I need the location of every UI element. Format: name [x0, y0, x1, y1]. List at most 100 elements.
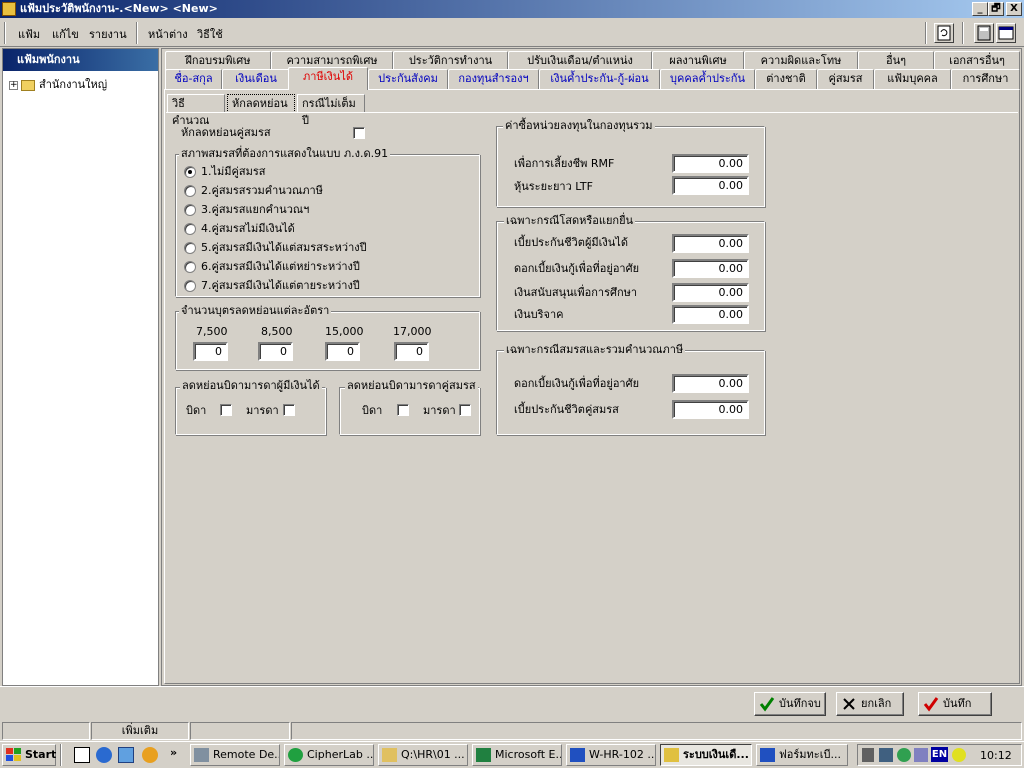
cancel-button[interactable]: ยกเลิก: [836, 692, 904, 716]
tab-foreigner[interactable]: ต่างชาติ: [755, 69, 817, 89]
tab-spouse[interactable]: คู่สมรส: [817, 69, 874, 89]
marital-option-1-label: 1.ไม่มีคู่สมรส: [201, 165, 266, 178]
status-pane-4: [291, 722, 1022, 740]
parents-spouse-legend: ลดหย่อนบิดามารดาคู่สมรส: [345, 379, 478, 392]
tab-work-history[interactable]: ประวัติการทำงาน: [393, 51, 508, 71]
marital-option-7-label: 7.คู่สมรสมีเงินได้แต่ตายระหว่างปี: [201, 279, 360, 292]
subtab-deductions[interactable]: หักลดหย่อน: [227, 94, 295, 113]
home-loan-interest-input[interactable]: 0.00: [672, 259, 749, 278]
menu-file[interactable]: แฟ้ม: [18, 27, 40, 43]
expand-icon[interactable]: +: [9, 80, 18, 90]
save-close-button[interactable]: บันทึกจบ: [754, 692, 826, 716]
spouse-life-insurance-input[interactable]: 0.00: [672, 400, 749, 419]
marital-option-5-radio[interactable]: [184, 242, 196, 254]
language-indicator[interactable]: EN: [931, 747, 948, 762]
menu-edit[interactable]: แก้ไข: [52, 27, 79, 43]
tab-name[interactable]: ชื่อ-สกุล: [165, 69, 222, 89]
education-support-input[interactable]: 0.00: [672, 283, 749, 302]
marital-option-4-radio[interactable]: [184, 223, 196, 235]
child-rate-4-input[interactable]: 0: [394, 342, 429, 361]
windows-logo-icon: [6, 748, 21, 761]
child-rate-3-input[interactable]: 0: [325, 342, 360, 361]
tab-education[interactable]: การศึกษา: [951, 69, 1020, 89]
task-cipherlab[interactable]: CipherLab ...: [284, 744, 374, 766]
x-icon: [843, 698, 855, 710]
parents-spouse-mother-checkbox[interactable]: [459, 404, 471, 416]
volume-icon[interactable]: [862, 748, 874, 762]
tree-item-head-office[interactable]: + สำนักงานใหญ่: [9, 77, 107, 93]
tab-others[interactable]: อื่นๆ: [858, 51, 934, 71]
task-payroll[interactable]: ระบบเงินเดื...: [660, 744, 752, 766]
refresh-button[interactable]: [934, 23, 954, 43]
tab-guarantor[interactable]: บุคคลค้ำประกัน: [660, 69, 755, 89]
deduct-spouse-label: หักลดหย่อนคู่สมรส: [181, 126, 271, 139]
parents-self-father-checkbox[interactable]: [220, 404, 232, 416]
taskbar-more-arrows[interactable]: »: [170, 746, 177, 759]
marital-option-6-radio[interactable]: [184, 261, 196, 273]
menu-window[interactable]: หน้าต่าง: [148, 27, 188, 43]
tab-provident-fund[interactable]: กองทุนสำรองฯ: [448, 69, 539, 89]
calculator-button[interactable]: [974, 23, 994, 43]
menu-report[interactable]: รายงาน: [89, 27, 127, 43]
marital-option-3-radio[interactable]: [184, 204, 196, 216]
close-button[interactable]: X: [1006, 2, 1022, 16]
tab-salary[interactable]: เงินเดือน: [222, 69, 290, 89]
tray-status-icon[interactable]: [952, 748, 966, 762]
child-rate-2-input[interactable]: 0: [258, 342, 293, 361]
parents-self-mother-checkbox[interactable]: [283, 404, 295, 416]
tab-personal-file[interactable]: แฟ้มบุคคล: [874, 69, 951, 89]
maximize-button[interactable]: 🗗: [988, 2, 1004, 16]
marital-option-1-radio[interactable]: [184, 166, 196, 178]
ie-icon[interactable]: [96, 747, 112, 763]
marital-option-2-radio[interactable]: [184, 185, 196, 197]
ltf-input[interactable]: 0.00: [672, 176, 749, 195]
rmf-input[interactable]: 0.00: [672, 154, 749, 173]
window-title: แฟ้มประวัติพนักงาน-.<New> <New>: [20, 2, 218, 15]
task-explorer[interactable]: Q:\HR\01 ...: [378, 744, 468, 766]
married-home-loan-input[interactable]: 0.00: [672, 374, 749, 393]
tray-app-icon[interactable]: [897, 748, 911, 762]
word-icon: [570, 748, 585, 762]
subtab-partial-year[interactable]: กรณีไม่เต็มปี: [297, 94, 365, 127]
parents-self-legend: ลดหย่อนบิดามารดาผู้มีเงินได้: [180, 379, 322, 392]
home-loan-interest-label: ดอกเบี้ยเงินกู้เพื่อที่อยู่อาศัย: [514, 262, 640, 275]
tab-social-security[interactable]: ประกันสังคม: [368, 69, 448, 89]
life-insurance-input[interactable]: 0.00: [672, 234, 749, 253]
save-button[interactable]: บันทึก: [918, 692, 992, 716]
marital-option-7-radio[interactable]: [184, 280, 196, 292]
task-word-form[interactable]: ฟอร์มทะเบี...: [756, 744, 848, 766]
window-title-bar[interactable]: แฟ้มประวัติพนักงาน-.<New> <New>: [0, 0, 1024, 18]
tab-guarantee-loan[interactable]: เงินค้ำประกัน-กู้-ผ่อน: [539, 69, 660, 89]
printer-icon[interactable]: [914, 748, 928, 762]
tab-other-docs[interactable]: เอกสารอื่นๆ: [934, 51, 1020, 71]
outlook-icon[interactable]: [118, 747, 134, 763]
check-red-icon: [923, 697, 939, 712]
task-word-hr[interactable]: W-HR-102 ...: [566, 744, 656, 766]
task-remote-desktop[interactable]: Remote De...: [190, 744, 280, 766]
employee-tree-panel: แฟ้มพนักงาน + สำนักงานใหญ่: [2, 48, 159, 686]
media-icon[interactable]: [142, 747, 158, 763]
calendar-button[interactable]: [996, 23, 1016, 43]
minimize-button[interactable]: _: [972, 2, 988, 16]
child-rate-4-label: 17,000: [393, 325, 432, 338]
show-desktop-icon[interactable]: [74, 747, 90, 763]
parents-spouse-father-checkbox[interactable]: [397, 404, 409, 416]
tab-salary-adjust[interactable]: ปรับเงินเดือน/ตำแหน่ง: [508, 51, 652, 71]
subtab-calc-method[interactable]: วิธีคำนวณ: [167, 94, 225, 127]
menu-help[interactable]: วิธีใช้: [197, 27, 223, 43]
tab-income-tax[interactable]: ภาษีเงินได้: [288, 67, 368, 90]
excel-icon: [476, 748, 491, 762]
tab-offenses[interactable]: ความผิดและโทษ: [744, 51, 858, 71]
child-rate-1-input[interactable]: 0: [193, 342, 228, 361]
deduct-spouse-checkbox[interactable]: [353, 127, 365, 139]
network-icon[interactable]: [879, 748, 893, 762]
marital-option-6-label: 6.คู่สมรสมีเงินได้แต่หย่าระหว่างปี: [201, 260, 360, 273]
donation-input[interactable]: 0.00: [672, 305, 749, 324]
marital-option-4-label: 4.คู่สมรสไม่มีเงินได้: [201, 222, 295, 235]
clock[interactable]: 10:12: [980, 749, 1012, 762]
app-icon[interactable]: [2, 2, 16, 16]
tab-special-work[interactable]: ผลงานพิเศษ: [652, 51, 744, 71]
start-button[interactable]: Start: [2, 744, 56, 766]
task-excel[interactable]: Microsoft E...: [472, 744, 562, 766]
tab-special-training[interactable]: ฝึกอบรมพิเศษ: [165, 51, 271, 71]
